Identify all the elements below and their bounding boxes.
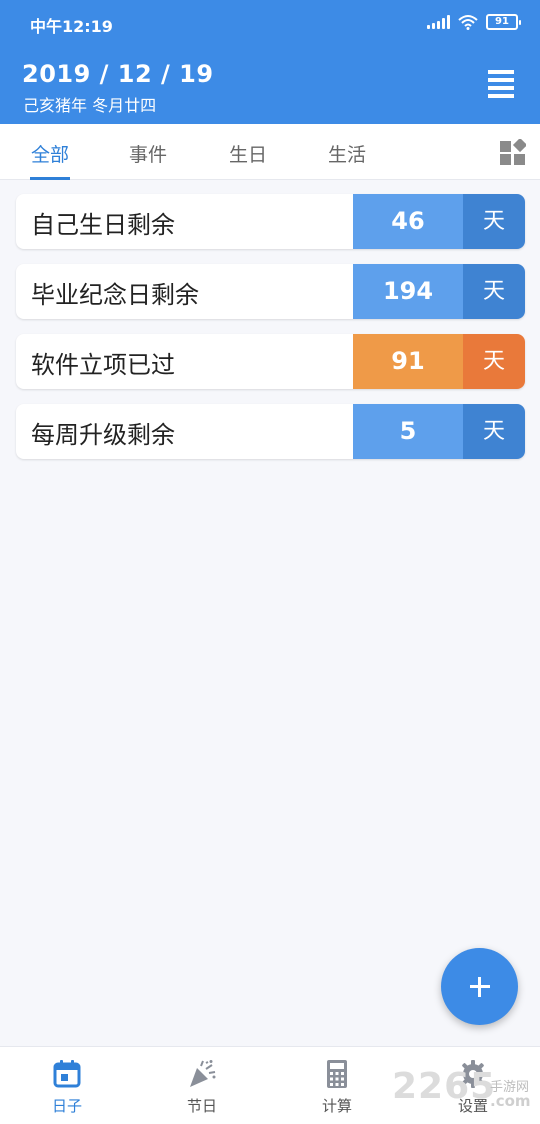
category-grid-icon[interactable]: [500, 139, 526, 165]
tab-events[interactable]: 事件: [129, 140, 167, 167]
status-time: 中午12:19: [30, 17, 113, 36]
event-card[interactable]: 软件立项已过 91 天: [16, 334, 525, 389]
event-card[interactable]: 自己生日剩余 46 天: [16, 194, 525, 249]
event-card[interactable]: 每周升级剩余 5 天: [16, 404, 525, 459]
page-title[interactable]: 2019 / 12 / 19: [22, 60, 214, 88]
nav-label: 日子: [51, 1097, 82, 1115]
tab-all[interactable]: 全部: [31, 140, 69, 167]
wifi-icon: [458, 15, 478, 30]
watermark-number: 2265: [392, 1066, 497, 1107]
status-icons: 91: [427, 14, 521, 30]
party-popper-icon: [190, 1060, 216, 1087]
category-tabs: 全部 事件 生日 生活: [0, 124, 540, 180]
event-title: 每周升级剩余: [31, 421, 175, 449]
event-unit: 天: [463, 404, 525, 459]
event-unit: 天: [463, 194, 525, 249]
event-title: 软件立项已过: [31, 351, 175, 379]
event-count: 91: [353, 334, 463, 389]
status-bar: 中午12:19 91: [0, 0, 540, 46]
event-count: 46: [353, 194, 463, 249]
calendar-icon: [53, 1060, 81, 1088]
add-event-button[interactable]: [441, 948, 518, 1025]
signal-icon: [427, 15, 450, 29]
active-tab-indicator: [30, 177, 70, 180]
watermark: 2265 手游网 .com: [392, 1066, 540, 1114]
lunar-date: 己亥猪年 冬月廿四: [23, 96, 157, 115]
menu-icon[interactable]: [488, 70, 514, 98]
event-unit: 天: [463, 264, 525, 319]
app-header: 中午12:19 91 2019 / 12 / 19 己亥猪年 冬月廿四: [0, 0, 540, 124]
event-card[interactable]: 毕业纪念日剩余 194 天: [16, 264, 525, 319]
nav-days[interactable]: 日子: [27, 1059, 107, 1116]
nav-label: 计算: [321, 1097, 352, 1115]
event-count: 5: [353, 404, 463, 459]
event-title: 自己生日剩余: [31, 211, 175, 239]
event-count: 194: [353, 264, 463, 319]
nav-calculate[interactable]: 计算: [297, 1059, 377, 1116]
tab-birthdays[interactable]: 生日: [229, 140, 267, 167]
tab-life[interactable]: 生活: [328, 140, 366, 167]
battery-icon: 91: [486, 14, 521, 30]
watermark-url: .com: [490, 1092, 531, 1110]
calculator-icon: [327, 1060, 347, 1088]
event-title: 毕业纪念日剩余: [31, 281, 199, 309]
event-unit: 天: [463, 334, 525, 389]
nav-holidays[interactable]: 节日: [162, 1059, 242, 1116]
nav-label: 节日: [186, 1097, 217, 1115]
